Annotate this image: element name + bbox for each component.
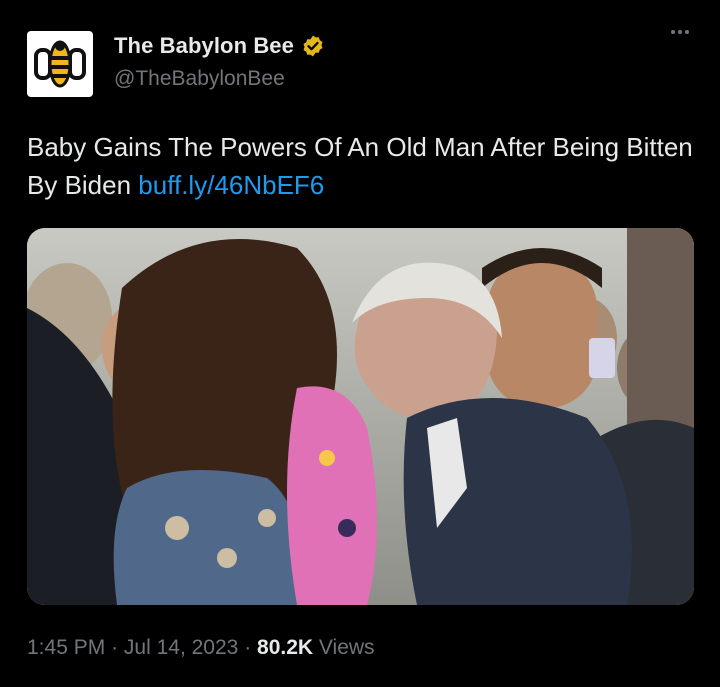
views-count[interactable]: 80.2K — [257, 636, 313, 659]
meta-separator: · — [111, 636, 119, 659]
more-options-icon[interactable] — [671, 30, 689, 34]
author-handle[interactable]: @TheBabylonBee — [114, 67, 285, 91]
tweet-date[interactable]: Jul 14, 2023 — [124, 636, 238, 659]
tweet-body: Baby Gains The Powers Of An Old Man Afte… — [27, 132, 693, 200]
bee-logo-icon — [34, 40, 86, 88]
tweet-text: Baby Gains The Powers Of An Old Man Afte… — [27, 128, 697, 204]
tweet-photo[interactable] — [27, 228, 694, 605]
meta-separator-2: · — [244, 636, 252, 659]
verified-badge-icon — [303, 35, 323, 57]
tweet-meta: 1:45 PM · Jul 14, 2023 · 80.2K Views — [27, 636, 375, 660]
photo-illustration — [27, 228, 694, 605]
author-name-row[interactable]: The Babylon Bee — [114, 33, 325, 59]
views-label[interactable]: Views — [319, 636, 375, 659]
tweet-link[interactable]: buff.ly/46NbEF6 — [138, 170, 324, 200]
avatar[interactable] — [27, 31, 93, 97]
author-display-name[interactable]: The Babylon Bee — [114, 33, 294, 59]
tweet-time[interactable]: 1:45 PM — [27, 636, 105, 659]
